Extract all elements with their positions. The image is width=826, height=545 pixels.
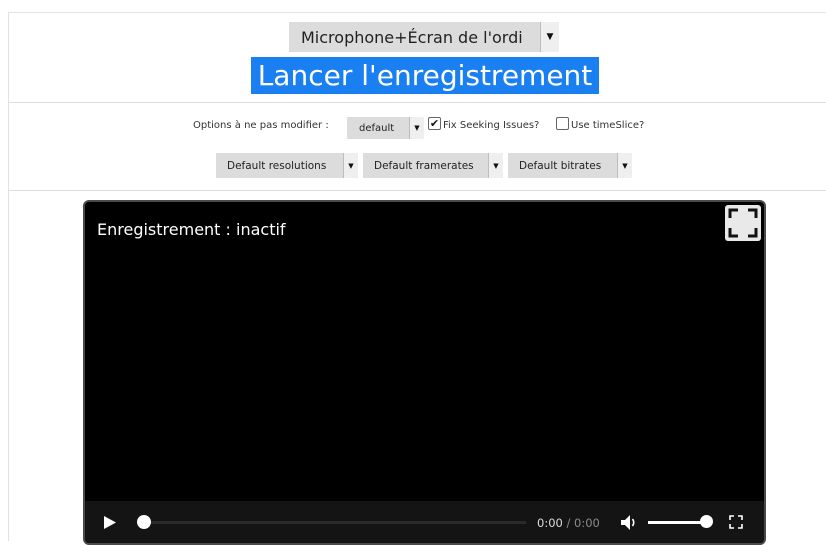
timeslice-label: Use timeSlice?: [571, 120, 645, 131]
duration: 0:00: [574, 516, 600, 530]
video-player[interactable]: Enregistrement : inactif 0:00 / 0:00: [83, 200, 766, 545]
divider: [8, 102, 826, 103]
volume-icon[interactable]: [620, 514, 638, 531]
options-label: Options à ne pas modifier :: [193, 120, 329, 131]
bitrates-select[interactable]: Default bitrates ▼: [508, 153, 632, 178]
checkmark-icon: ✔: [429, 117, 440, 130]
fix-seeking-label: Fix Seeking Issues?: [443, 120, 540, 131]
fullscreen-icon: [728, 208, 758, 238]
fullscreen-icon[interactable]: [729, 515, 743, 529]
volume-slider[interactable]: [648, 521, 706, 524]
framerates-select[interactable]: Default framerates ▼: [363, 153, 503, 178]
chevron-down-icon: ▼: [617, 153, 632, 178]
chevron-down-icon: ▼: [343, 153, 358, 178]
divider: [8, 190, 826, 191]
progress-thumb[interactable]: [137, 515, 151, 529]
resolutions-select-value: Default resolutions: [227, 159, 327, 172]
time-separator: /: [562, 516, 575, 530]
framerates-select-value: Default framerates: [374, 159, 474, 172]
progress-bar[interactable]: [142, 521, 526, 524]
resolutions-select[interactable]: Default resolutions ▼: [216, 153, 358, 178]
fix-seeking-checkbox[interactable]: ✔: [428, 117, 441, 130]
fullscreen-corner-button[interactable]: [725, 205, 761, 241]
play-icon[interactable]: [103, 515, 117, 530]
chevron-down-icon: ▼: [540, 22, 559, 52]
volume-thumb[interactable]: [700, 515, 713, 528]
start-recording-button[interactable]: Lancer l'enregistrement: [251, 57, 599, 94]
mime-type-select[interactable]: default ▼: [347, 117, 424, 139]
time-display: 0:00 / 0:00: [537, 516, 600, 530]
video-controls: 0:00 / 0:00: [85, 501, 764, 543]
recording-status: Enregistrement : inactif: [97, 220, 286, 239]
source-select[interactable]: Microphone+Écran de l'ordi ▼: [289, 22, 559, 52]
current-time: 0:00: [537, 516, 563, 530]
mime-type-select-value: default: [359, 122, 395, 134]
timeslice-checkbox[interactable]: [556, 117, 569, 130]
bitrates-select-value: Default bitrates: [519, 159, 602, 172]
chevron-down-icon: ▼: [488, 153, 503, 178]
source-select-value: Microphone+Écran de l'ordi: [301, 27, 523, 47]
chevron-down-icon: ▼: [409, 117, 424, 139]
